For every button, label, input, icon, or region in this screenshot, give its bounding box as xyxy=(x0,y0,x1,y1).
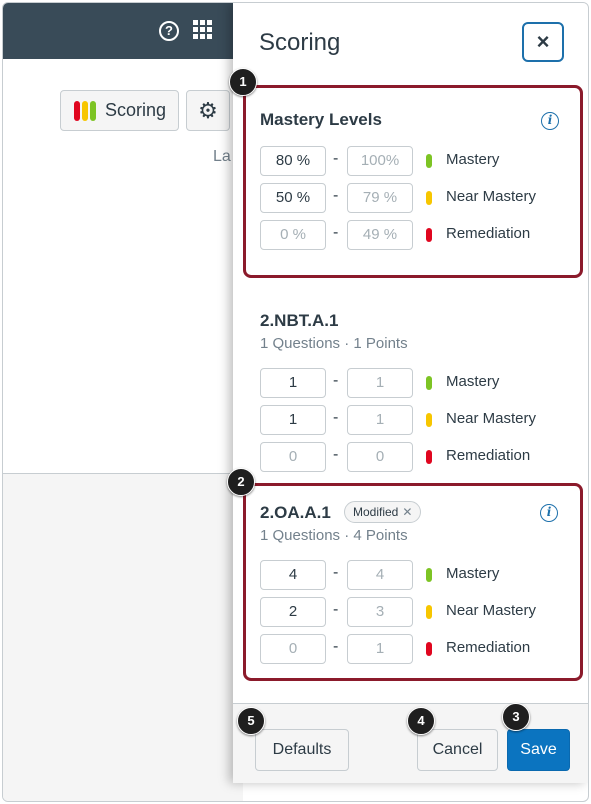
callout-number-4: 4 xyxy=(407,707,435,735)
min-points-input[interactable]: 1 xyxy=(260,368,326,398)
defaults-button[interactable]: Defaults xyxy=(255,729,349,771)
callout-box-mastery-levels xyxy=(243,85,583,278)
callout-number-5: 5 xyxy=(237,707,265,735)
callout-number-3: 3 xyxy=(502,703,530,731)
help-icon[interactable]: ? xyxy=(159,21,179,41)
close-icon: × xyxy=(536,29,550,54)
cancel-button[interactable]: Cancel xyxy=(417,729,498,771)
standard-subtitle: 1 Questions · 1 Points xyxy=(260,335,408,352)
screenshot-frame: ? Scoring ⚙ La Scoring × Mastery Levels … xyxy=(2,2,589,802)
global-header: ? xyxy=(3,3,263,59)
remediation-indicator xyxy=(426,450,432,464)
settings-button[interactable]: ⚙ xyxy=(186,90,230,131)
max-points-field: 0 xyxy=(347,442,413,472)
callout-number-2: 2 xyxy=(227,468,255,496)
mastery-row: 1 - 1 Mastery xyxy=(260,368,560,398)
range-separator: - xyxy=(333,372,339,389)
background-partial-text: La xyxy=(213,148,231,165)
level-label: Remediation xyxy=(446,447,531,464)
scoring-button-label: Scoring xyxy=(105,100,167,120)
gear-icon: ⚙ xyxy=(198,97,218,123)
range-separator: - xyxy=(333,446,339,463)
range-separator: - xyxy=(333,409,339,426)
min-points-input[interactable]: 1 xyxy=(260,405,326,435)
remediation-row: 0 - 0 Remediation xyxy=(260,442,560,472)
max-points-field: 1 xyxy=(347,405,413,435)
callout-box-modified-standard xyxy=(243,483,583,681)
scoring-bars-icon xyxy=(74,100,96,121)
mastery-indicator xyxy=(426,376,432,390)
save-button[interactable]: Save xyxy=(507,729,570,771)
tray-title: Scoring xyxy=(259,29,341,56)
near-mastery-row: 1 - 1 Near Mastery xyxy=(260,405,560,435)
max-points-field: 1 xyxy=(347,368,413,398)
level-label: Near Mastery xyxy=(446,410,537,427)
apps-grid-icon[interactable] xyxy=(193,20,213,40)
callout-number-1: 1 xyxy=(229,68,257,96)
level-label: Mastery xyxy=(446,373,500,390)
min-points-field: 0 xyxy=(260,442,326,472)
near-mastery-indicator xyxy=(426,413,432,427)
background-lower-panel xyxy=(3,474,243,801)
close-button[interactable]: × xyxy=(522,22,564,62)
scoring-button[interactable]: Scoring xyxy=(60,90,179,131)
standard-title: 2.NBT.A.1 xyxy=(260,311,339,330)
